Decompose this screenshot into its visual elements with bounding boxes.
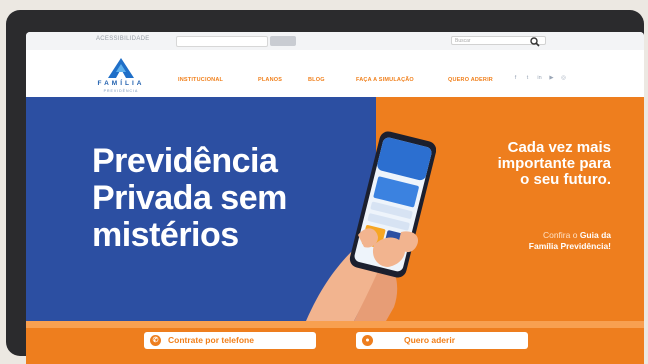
join-button-label: Quero aderir [404, 335, 456, 345]
youtube-icon[interactable]: ▶ [548, 75, 555, 82]
guide-prefix: Confira o [542, 230, 580, 240]
nav-item-blog[interactable]: BLOG [308, 77, 325, 83]
call-button-label: Contrate por telefone [168, 335, 254, 345]
guide-callout: Confira o Guia da Família Previdência! [456, 230, 611, 252]
logo-subtitle: PREVIDÊNCIA [103, 89, 139, 93]
nav-item-quero-aderir[interactable]: QUERO ADERIR [448, 77, 493, 83]
main-navbar: FAMÍLIA PREVIDÊNCIA INSTITUCIONAL PLANOS… [26, 50, 644, 97]
hero-banner[interactable]: Previdência Privada sem mistérios Cada v… [26, 97, 644, 324]
utility-button[interactable] [270, 36, 296, 46]
utility-field[interactable] [176, 36, 268, 47]
twitter-icon[interactable]: t [524, 75, 531, 82]
tagline-line: o seu futuro. [520, 171, 611, 188]
call-button[interactable]: ✆ Contrate por telefone [144, 332, 316, 349]
tagline-line: importante para [497, 155, 611, 172]
guide-link-line-2[interactable]: Família Previdência! [529, 241, 611, 251]
nav-item-institucional[interactable]: INSTITUCIONAL [178, 77, 223, 83]
monitor-frame: ACESSIBILIDADE Buscar FAMÍLIA PREVIDÊNCI… [6, 10, 644, 364]
chat-icon: ● [362, 335, 373, 346]
join-button[interactable]: ● Quero aderir [356, 332, 528, 349]
utility-bar: ACESSIBILIDADE Buscar [26, 32, 644, 51]
browser-screen: ACESSIBILIDADE Buscar FAMÍLIA PREVIDÊNCI… [26, 32, 644, 364]
facebook-icon[interactable]: f [512, 75, 519, 82]
accessibility-label[interactable]: ACESSIBILIDADE [96, 36, 150, 42]
guide-link[interactable]: Guia da [580, 230, 611, 240]
tagline-line: Cada vez mais [507, 139, 611, 156]
logo-wordmark: FAMÍLIA [97, 80, 145, 87]
phone-in-hand-image [306, 131, 436, 321]
instagram-icon[interactable]: ◎ [560, 75, 567, 82]
nav-item-planos[interactable]: PLANOS [258, 77, 282, 83]
search-icon[interactable] [529, 35, 541, 47]
linkedin-icon[interactable]: in [536, 75, 543, 82]
slider-dots [320, 311, 341, 324]
nav-item-simulacao[interactable]: FAÇA A SIMULAÇÃO [356, 77, 414, 83]
logo-mountain-icon [108, 58, 134, 78]
cta-strip [26, 321, 644, 328]
phone-icon: ✆ [150, 335, 161, 346]
hero-tagline: Cada vez mais importante para o seu futu… [421, 140, 611, 188]
site-logo[interactable]: FAMÍLIA PREVIDÊNCIA [86, 58, 156, 94]
